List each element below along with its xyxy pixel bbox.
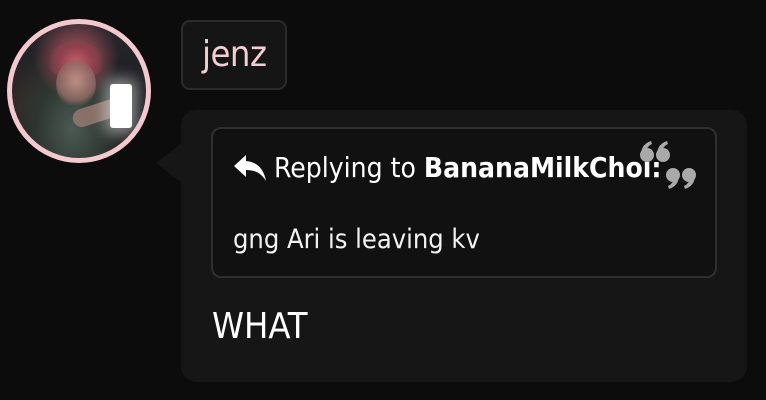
quoted-message-text: gng Ari is leaving kv: [233, 224, 480, 255]
user-avatar[interactable]: [7, 19, 151, 163]
avatar-photo: [12, 24, 146, 158]
username-label[interactable]: jenz: [181, 20, 288, 90]
reply-arrow-icon: [234, 154, 266, 181]
reply-author[interactable]: BananaMilkChoi:: [424, 151, 662, 184]
quote-mark-icon: [640, 141, 696, 189]
reply-quote-block[interactable]: Replying to BananaMilkChoi: gng Ari is l…: [211, 127, 717, 278]
reply-label: Replying to: [274, 151, 416, 184]
message-body: WHAT: [212, 306, 308, 347]
message-bubble: Replying to BananaMilkChoi: gng Ari is l…: [181, 110, 747, 382]
bubble-tail: [156, 143, 182, 183]
reply-header: Replying to BananaMilkChoi:: [232, 151, 661, 184]
chat-message: jenz Replying to BananaMilkChoi: gng Ari…: [0, 0, 766, 400]
